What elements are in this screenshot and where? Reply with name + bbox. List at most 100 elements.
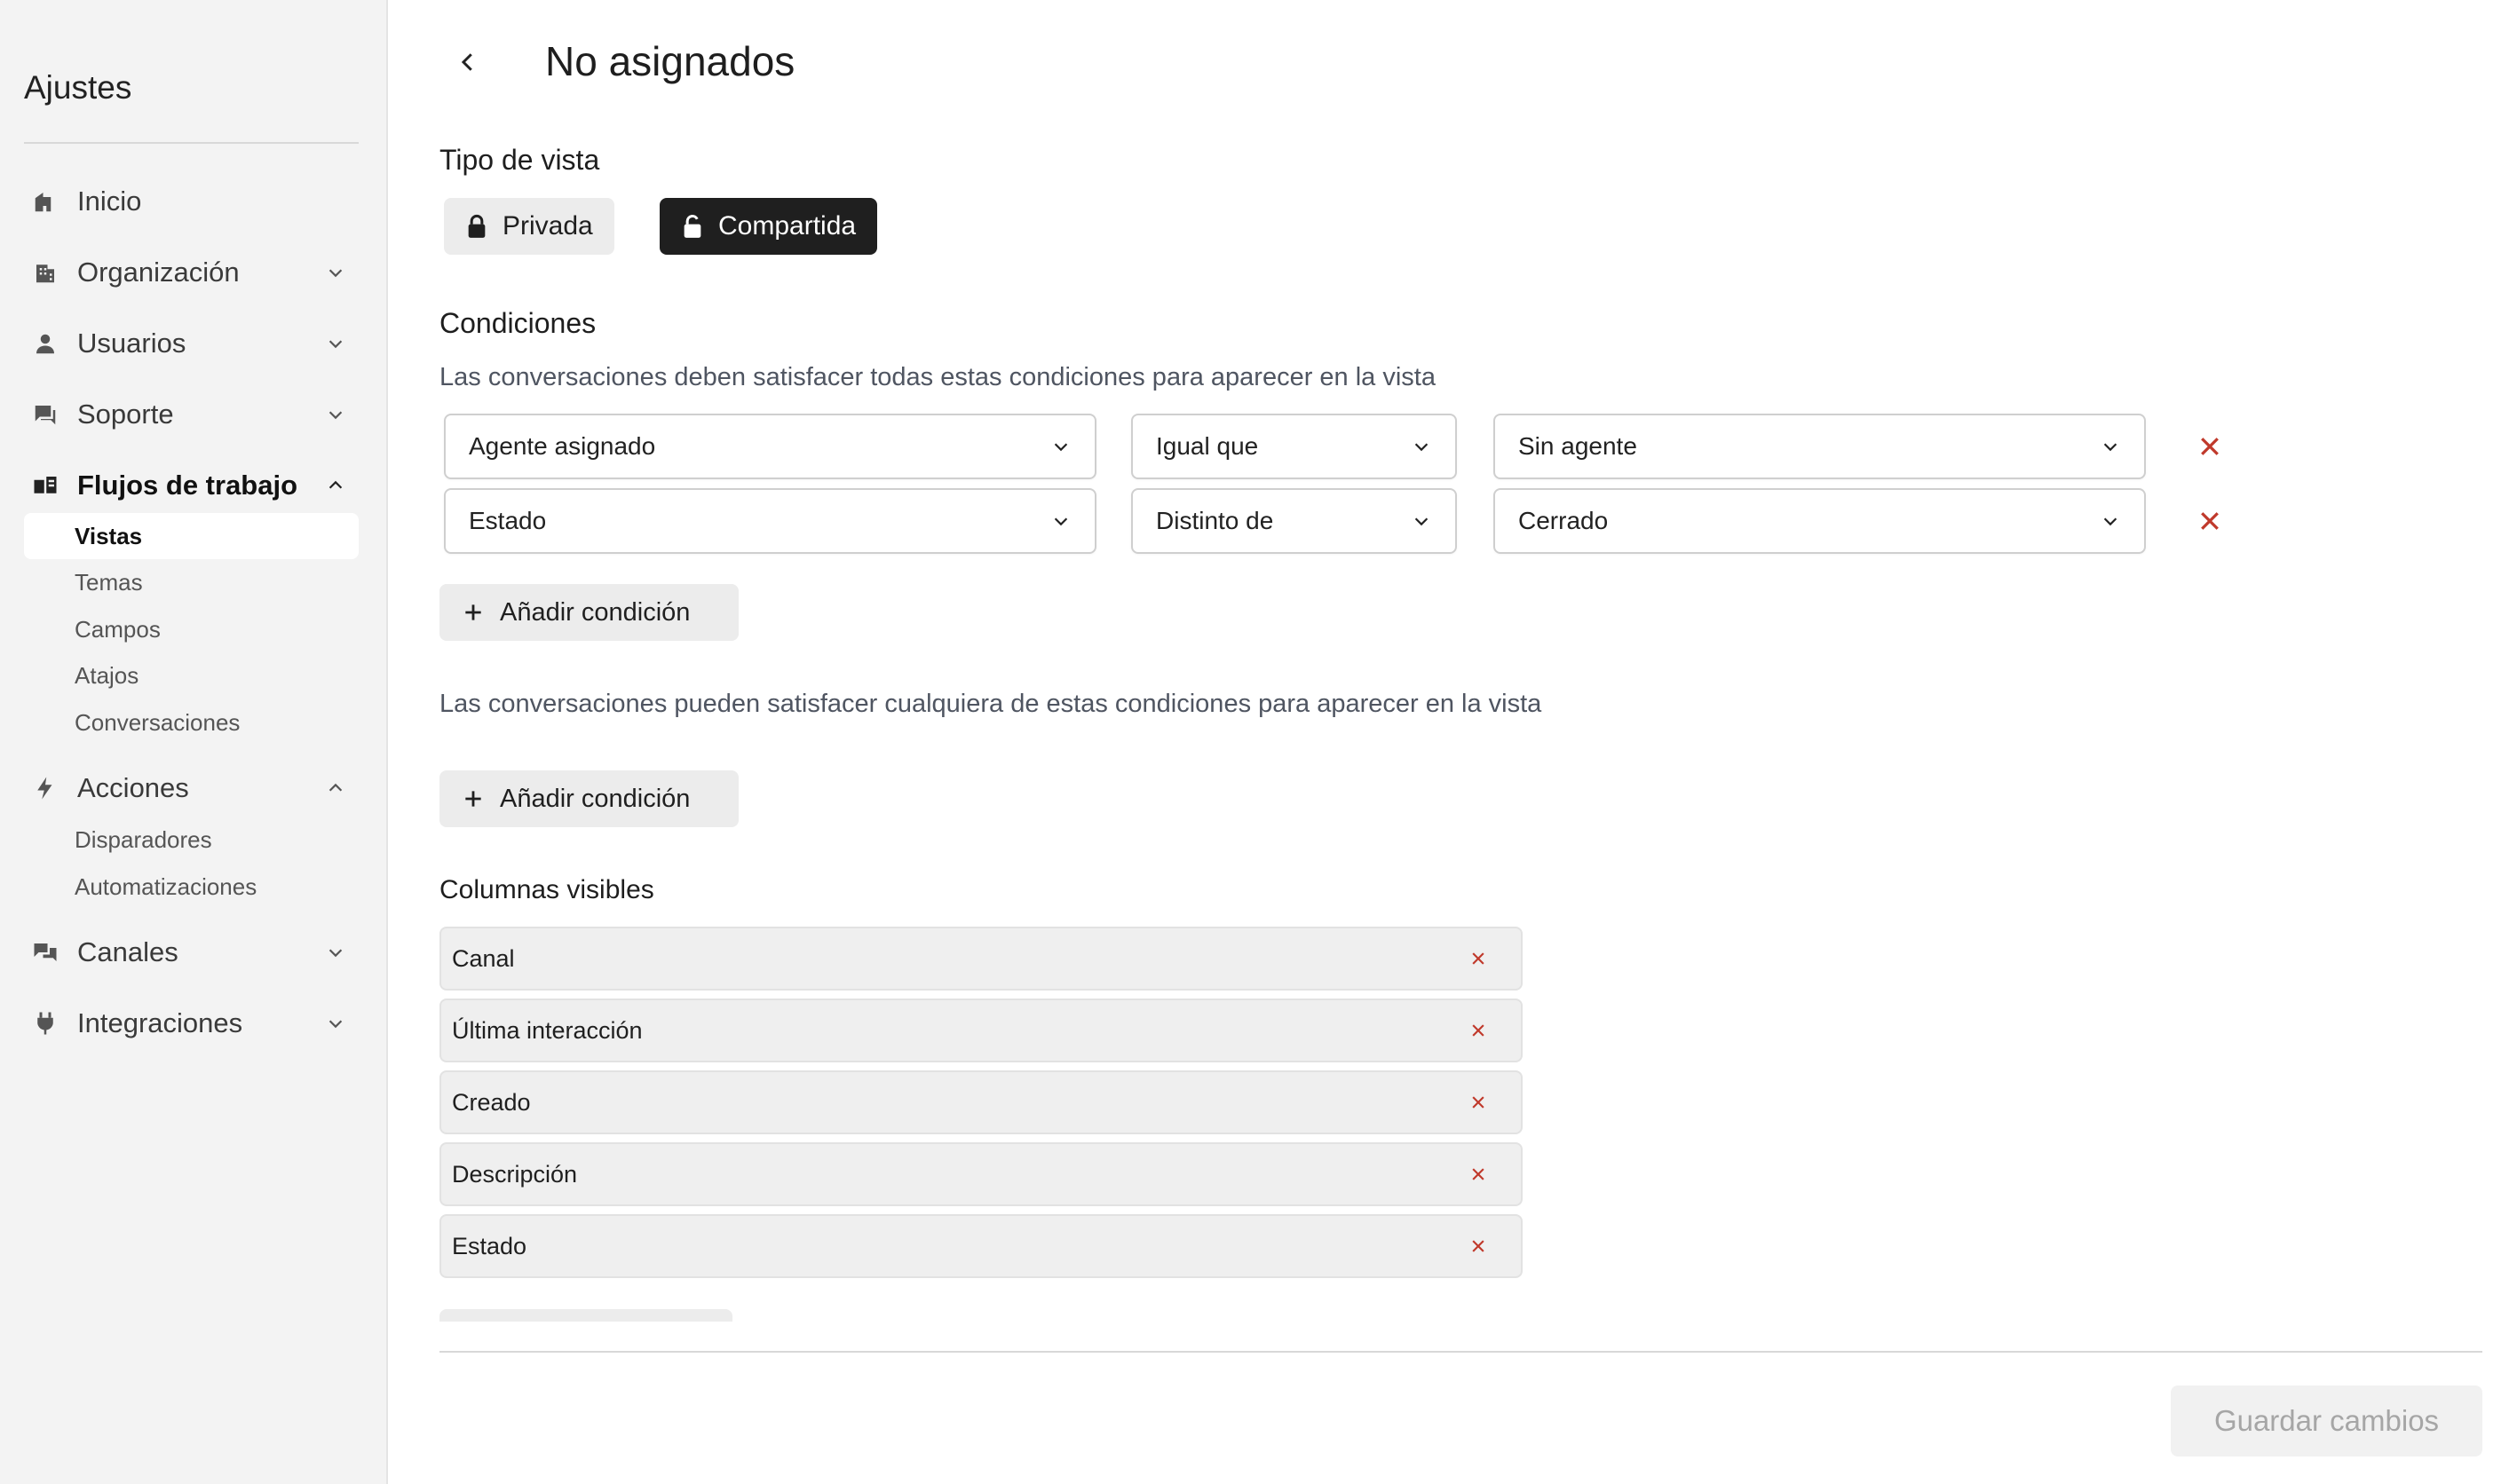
lock-icon	[465, 213, 488, 240]
remove-column-button[interactable]	[1466, 1162, 1491, 1187]
condition-field-value: Estado	[469, 507, 547, 534]
plug-icon	[29, 1007, 61, 1039]
settings-sidebar: Ajustes Inicio Organización Usuarios Sop…	[0, 0, 388, 1484]
sidebar-item-label: Soporte	[77, 399, 174, 430]
sidebar-item-label: Flujos de trabajo	[77, 470, 298, 501]
sidebar-item-organizacion[interactable]: Organización	[24, 246, 359, 299]
page-title: No asignados	[545, 38, 795, 84]
close-icon	[2201, 438, 2219, 455]
chat-icon	[29, 399, 61, 430]
sidebar-item-label: Canales	[77, 936, 178, 967]
sidebar-item-label: Usuarios	[77, 328, 186, 359]
footer-divider	[439, 1351, 2482, 1353]
chevron-down-icon	[2100, 436, 2121, 457]
chevron-down-icon	[1411, 436, 1432, 457]
sidebar-subitem-automatizaciones[interactable]: Automatizaciones	[24, 864, 359, 910]
remove-column-button[interactable]	[1466, 1234, 1491, 1259]
chevron-up-icon	[323, 473, 348, 498]
sidebar-item-integraciones[interactable]: Integraciones	[24, 997, 359, 1050]
condition-operator-value: Distinto de	[1156, 507, 1274, 534]
user-icon	[29, 328, 61, 359]
condition-operator-select[interactable]: Igual que	[1131, 414, 1457, 479]
chevron-down-icon	[323, 1011, 348, 1036]
sidebar-title: Ajustes	[24, 69, 132, 106]
sidebar-subitem-atajos[interactable]: Atajos	[24, 652, 359, 699]
plus-icon	[461, 600, 486, 625]
save-changes-button[interactable]: Guardar cambios	[2171, 1385, 2482, 1456]
condition-field-select[interactable]: Estado	[444, 488, 1096, 554]
sidebar-item-label: Inicio	[77, 186, 142, 217]
chevron-down-icon	[1050, 436, 1072, 457]
condition-field-select[interactable]: Agente asignado	[444, 414, 1096, 479]
sidebar-item-canales[interactable]: Canales	[24, 926, 359, 979]
sidebar-item-label: Integraciones	[77, 1007, 243, 1038]
back-button[interactable]	[448, 43, 487, 82]
add-any-condition-button[interactable]: Añadir condición	[439, 770, 739, 827]
chevron-down-icon	[2100, 510, 2121, 532]
close-icon	[1472, 1240, 1484, 1252]
sidebar-item-label: Acciones	[77, 772, 189, 803]
private-view-button[interactable]: Privada	[444, 198, 614, 255]
condition-operator-select[interactable]: Distinto de	[1131, 488, 1457, 554]
chevron-down-icon	[323, 402, 348, 427]
all-conditions-description: Las conversaciones deben satisfacer toda…	[439, 363, 1436, 391]
remove-column-button[interactable]	[1466, 946, 1491, 971]
column-chip-label: Canal	[452, 944, 515, 972]
sidebar-subitem-temas[interactable]: Temas	[24, 559, 359, 605]
clipped-add-column-button[interactable]	[439, 1309, 732, 1322]
condition-value-select[interactable]: Cerrado	[1493, 488, 2146, 554]
sidebar-subitem-disparadores[interactable]: Disparadores	[24, 817, 359, 863]
add-condition-label: Añadir condición	[500, 597, 691, 627]
sidebar-item-label: Organización	[77, 257, 240, 288]
shared-view-button[interactable]: Compartida	[660, 198, 878, 255]
workflow-icon	[29, 470, 61, 501]
channels-icon	[29, 936, 61, 968]
sidebar-item-flujos[interactable]: Flujos de trabajo	[24, 459, 359, 512]
add-condition-label: Añadir condición	[500, 784, 691, 813]
close-icon	[1472, 952, 1484, 965]
home-icon	[29, 186, 61, 217]
condition-value-value: Cerrado	[1518, 507, 1609, 534]
condition-value-value: Sin agente	[1518, 432, 1637, 460]
visible-columns-title: Columnas visibles	[439, 875, 654, 904]
chevron-down-icon	[323, 940, 348, 965]
any-conditions-description: Las conversaciones pueden satisfacer cua…	[439, 690, 1542, 718]
sidebar-subitem-conversaciones[interactable]: Conversaciones	[24, 699, 359, 746]
sidebar-subitem-campos[interactable]: Campos	[24, 606, 359, 652]
sidebar-item-inicio[interactable]: Inicio	[24, 175, 359, 228]
remove-column-button[interactable]	[1466, 1090, 1491, 1115]
sidebar-item-soporte[interactable]: Soporte	[24, 388, 359, 441]
column-chip[interactable]: Descripción	[439, 1142, 1523, 1206]
column-chip-label: Última interacción	[452, 1016, 643, 1044]
plus-icon	[461, 786, 486, 811]
close-icon	[2201, 512, 2219, 530]
chevron-left-icon	[461, 53, 472, 71]
column-chip-label: Descripción	[452, 1160, 578, 1188]
column-chip[interactable]: Última interacción	[439, 999, 1523, 1062]
remove-column-button[interactable]	[1466, 1018, 1491, 1043]
condition-field-value: Agente asignado	[469, 432, 656, 460]
chevron-down-icon	[1411, 510, 1432, 532]
unlock-icon	[681, 213, 704, 240]
view-type-title: Tipo de vista	[439, 144, 600, 176]
chevron-down-icon	[323, 260, 348, 285]
column-chip[interactable]: Estado	[439, 1214, 1523, 1278]
sidebar-item-usuarios[interactable]: Usuarios	[24, 317, 359, 370]
sidebar-item-acciones[interactable]: Acciones	[24, 762, 359, 815]
private-view-label: Privada	[503, 211, 593, 241]
condition-value-select[interactable]: Sin agente	[1493, 414, 2146, 479]
condition-operator-value: Igual que	[1156, 432, 1259, 460]
sidebar-divider	[24, 142, 359, 144]
remove-condition-button[interactable]	[2194, 430, 2226, 462]
building-icon	[29, 257, 61, 288]
conditions-title: Condiciones	[439, 307, 597, 339]
column-chip-label: Estado	[452, 1232, 527, 1259]
chevron-down-icon	[323, 331, 348, 356]
shared-view-label: Compartida	[718, 211, 857, 241]
sidebar-subitem-vistas[interactable]: Vistas	[24, 513, 359, 559]
column-chip[interactable]: Creado	[439, 1070, 1523, 1134]
column-chip[interactable]: Canal	[439, 927, 1523, 991]
remove-condition-button[interactable]	[2194, 505, 2226, 537]
column-chip-label: Creado	[452, 1088, 531, 1116]
add-all-condition-button[interactable]: Añadir condición	[439, 584, 739, 641]
